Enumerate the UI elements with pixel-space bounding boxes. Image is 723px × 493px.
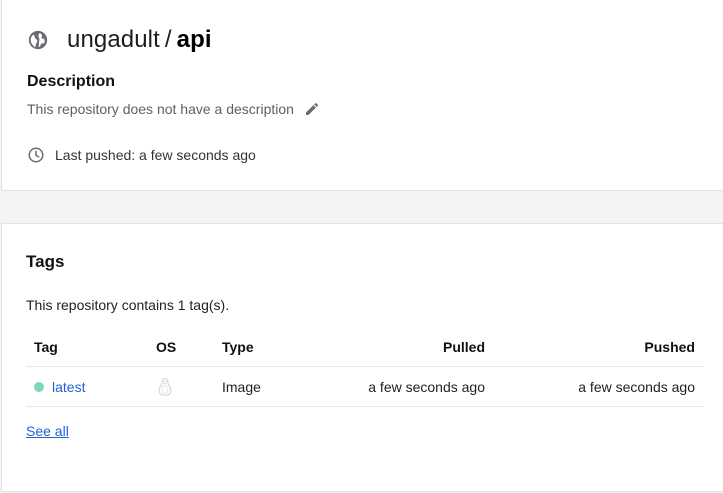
tags-heading: Tags: [26, 252, 65, 271]
repo-title: ungadult / api: [67, 26, 212, 54]
repo-header: ungadult / api: [27, 26, 212, 54]
tags-table: Tag OS Type Pulled Pushed latest Image a…: [26, 327, 704, 407]
last-pushed-row: Last pushed: a few seconds ago: [27, 146, 256, 164]
clock-icon: [28, 147, 44, 163]
repo-owner: ungadult: [67, 26, 160, 53]
table-header: Tag OS Type Pulled Pushed: [26, 327, 704, 367]
column-header-tag: Tag: [34, 339, 58, 355]
tag-status-dot: [34, 382, 44, 392]
globe-icon: [28, 30, 48, 50]
tag-pushed: a few seconds ago: [578, 379, 695, 395]
linux-icon: [158, 377, 172, 396]
column-header-os: OS: [156, 339, 177, 355]
repo-name: api: [176, 26, 212, 53]
tag-type: Image: [222, 379, 261, 395]
repo-separator: /: [164, 26, 172, 53]
description-row: This repository does not have a descript…: [27, 101, 320, 117]
column-header-pulled: Pulled: [442, 339, 485, 355]
see-all-link[interactable]: See all: [26, 423, 69, 439]
table-row: latest Image a few seconds ago a few sec…: [26, 367, 704, 407]
tags-count-text: This repository contains 1 tag(s).: [26, 297, 230, 313]
tag-link-latest[interactable]: latest: [52, 379, 85, 395]
tag-pulled: a few seconds ago: [368, 379, 485, 395]
pencil-icon[interactable]: [304, 101, 320, 117]
last-pushed-text: Last pushed: a few seconds ago: [55, 147, 256, 163]
column-header-pushed: Pushed: [644, 339, 695, 355]
repository-info-card: ungadult / api Description This repository…: [1, 0, 723, 191]
description-text: This repository does not have a descript…: [27, 101, 294, 117]
description-heading: Description: [27, 73, 116, 90]
tags-card: Tags This repository contains 1 tag(s). …: [1, 223, 723, 492]
column-header-type: Type: [222, 339, 254, 355]
